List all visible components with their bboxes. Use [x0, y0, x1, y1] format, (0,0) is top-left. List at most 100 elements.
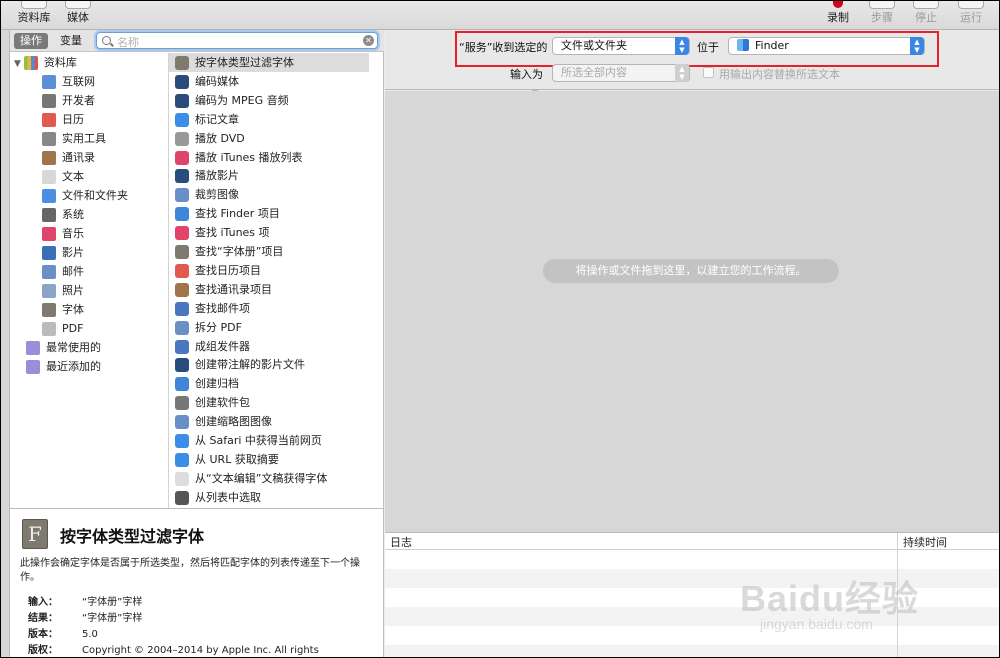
category-item[interactable]: 实用工具 [42, 129, 106, 148]
action-label: 拆分 PDF [195, 320, 242, 334]
category-label: 互联网 [62, 75, 95, 88]
run-button[interactable]: 运行 [950, 0, 992, 30]
in-app-label: 位于 [697, 41, 719, 54]
action-item[interactable]: 创建带注解的影片文件 [175, 355, 305, 374]
meta-key: 结果： [28, 613, 58, 624]
action-item[interactable]: 从列表中选取 [175, 488, 261, 507]
finder-icon [175, 207, 189, 222]
pdf-icon [42, 322, 56, 336]
action-item[interactable]: 查找“字体册”项目 [175, 242, 283, 261]
step-button[interactable]: 步骤 [862, 0, 902, 30]
category-item[interactable]: 音乐 [42, 224, 84, 243]
library-root[interactable]: ▼ 资料库 [14, 53, 77, 72]
action-label: 播放影片 [195, 169, 239, 183]
action-item[interactable]: 从“文本编辑”文稿获得字体 [175, 469, 327, 488]
category-label: 文件和文件夹 [62, 189, 128, 202]
watermark-text: Baidu经验 [740, 578, 920, 619]
action-item[interactable]: 创建软件包 [175, 393, 250, 412]
action-item[interactable]: 播放影片 [175, 166, 239, 185]
input-is-select[interactable]: 所选全部内容 ▲ ▼ [552, 64, 690, 82]
smart-group-item[interactable]: 最近添加的 [26, 357, 101, 376]
system-icon [42, 208, 56, 222]
category-item[interactable]: 系统 [42, 205, 84, 224]
finder-icon [175, 377, 189, 392]
category-item[interactable]: PDF [42, 319, 83, 338]
action-item[interactable]: 按字体类型过滤字体 [169, 53, 369, 72]
stop-label: 停止 [915, 11, 937, 24]
record-label: 录制 [827, 11, 849, 24]
contacts-icon [42, 151, 56, 165]
stop-icon [913, 0, 939, 9]
music-icon [42, 227, 56, 241]
tab-variables[interactable]: 变量 [54, 33, 88, 49]
category-item[interactable]: 文件和文件夹 [42, 186, 128, 205]
category-item[interactable]: 开发者 [42, 91, 95, 110]
category-item[interactable]: 文本 [42, 167, 84, 186]
category-item[interactable]: 照片 [42, 281, 84, 300]
library-header: 操作 变量 名称 ✕ [10, 30, 384, 52]
calendar-icon [42, 113, 56, 127]
action-item[interactable]: 查找日历项目 [175, 261, 261, 280]
quicktime-icon [175, 74, 189, 89]
category-item[interactable]: 字体 [42, 300, 84, 319]
search-input[interactable]: 名称 ✕ [96, 32, 378, 49]
action-item[interactable]: 编码媒体 [175, 72, 239, 91]
dvd-icon [175, 131, 189, 146]
developer-tools-icon [42, 94, 56, 108]
workflow-canvas[interactable]: 将操作或文件拖到这里，以建立您的工作流程。 [385, 91, 1000, 532]
itunes-icon [175, 150, 189, 165]
automator-icon [175, 490, 189, 505]
action-item[interactable]: 拆分 PDF [175, 318, 242, 337]
application-select[interactable]: Finder ▲ ▼ [728, 37, 925, 55]
action-item[interactable]: 编码为 MPEG 音频 [175, 91, 289, 110]
action-item[interactable]: 创建缩略图图像 [175, 412, 272, 431]
category-item[interactable]: 邮件 [42, 262, 84, 281]
text-icon [42, 170, 56, 184]
action-item[interactable]: 从 URL 获取摘要 [175, 450, 279, 469]
font-book-icon [175, 245, 189, 259]
search-placeholder: 名称 [117, 36, 139, 49]
replace-text-checkbox[interactable] [703, 67, 714, 78]
action-item[interactable]: 查找 Finder 项目 [175, 204, 280, 223]
action-label: 查找 Finder 项目 [195, 207, 280, 221]
log-column-header[interactable]: 日志 [390, 534, 412, 550]
action-label: 编码为 MPEG 音频 [195, 93, 289, 107]
duration-column-header[interactable]: 持续时间 [903, 534, 947, 550]
run-icon [958, 0, 984, 9]
receives-type-select[interactable]: 文件或文件夹 ▲ ▼ [552, 37, 690, 55]
record-button[interactable]: 录制 [818, 0, 858, 30]
quicktime-icon [175, 93, 189, 108]
action-item[interactable]: 创建归档 [175, 374, 239, 393]
run-label: 运行 [960, 11, 982, 24]
library-button[interactable]: 资料库 [14, 0, 54, 30]
clear-search-icon[interactable]: ✕ [363, 35, 374, 46]
category-label: 文本 [62, 170, 84, 183]
library-icon [21, 0, 47, 9]
step-label: 步骤 [871, 11, 893, 24]
action-item[interactable]: 播放 iTunes 播放列表 [175, 148, 303, 167]
textedit-icon [175, 471, 189, 486]
disclosure-triangle-icon[interactable]: ▼ [14, 59, 21, 69]
log-header: 日志 持续时间 [385, 533, 1000, 550]
category-item[interactable]: 互联网 [42, 72, 95, 91]
action-item[interactable]: 播放 DVD [175, 129, 245, 148]
action-label: 创建带注解的影片文件 [195, 358, 305, 372]
action-item[interactable]: 查找通讯录项目 [175, 280, 272, 299]
smart-group-item[interactable]: 最常使用的 [26, 338, 101, 357]
action-item[interactable]: 查找 iTunes 项 [175, 223, 270, 242]
action-item[interactable]: 查找邮件项 [175, 299, 250, 318]
action-item[interactable]: 从 Safari 中获得当前网页 [175, 431, 322, 450]
action-label: 按字体类型过滤字体 [195, 56, 294, 69]
action-item[interactable]: 标记文章 [175, 110, 239, 129]
category-item[interactable]: 通讯录 [42, 148, 95, 167]
stop-button[interactable]: 停止 [906, 0, 946, 30]
category-item[interactable]: 日历 [42, 110, 84, 129]
media-button[interactable]: 媒体 [60, 0, 96, 30]
category-item[interactable]: 影片 [42, 243, 84, 262]
category-list: ▼ 资料库 互联网开发者 日历 实用工具 通讯录文本文件和文件夹系统 音乐 影片 邮件 照片 字体… [10, 53, 168, 508]
safari-icon [175, 112, 189, 127]
tab-actions[interactable]: 操作 [14, 33, 48, 49]
action-item[interactable]: 成组发件器 [175, 337, 250, 356]
action-item[interactable]: 裁剪图像 [175, 185, 239, 204]
action-label: 播放 iTunes 播放列表 [195, 150, 303, 164]
